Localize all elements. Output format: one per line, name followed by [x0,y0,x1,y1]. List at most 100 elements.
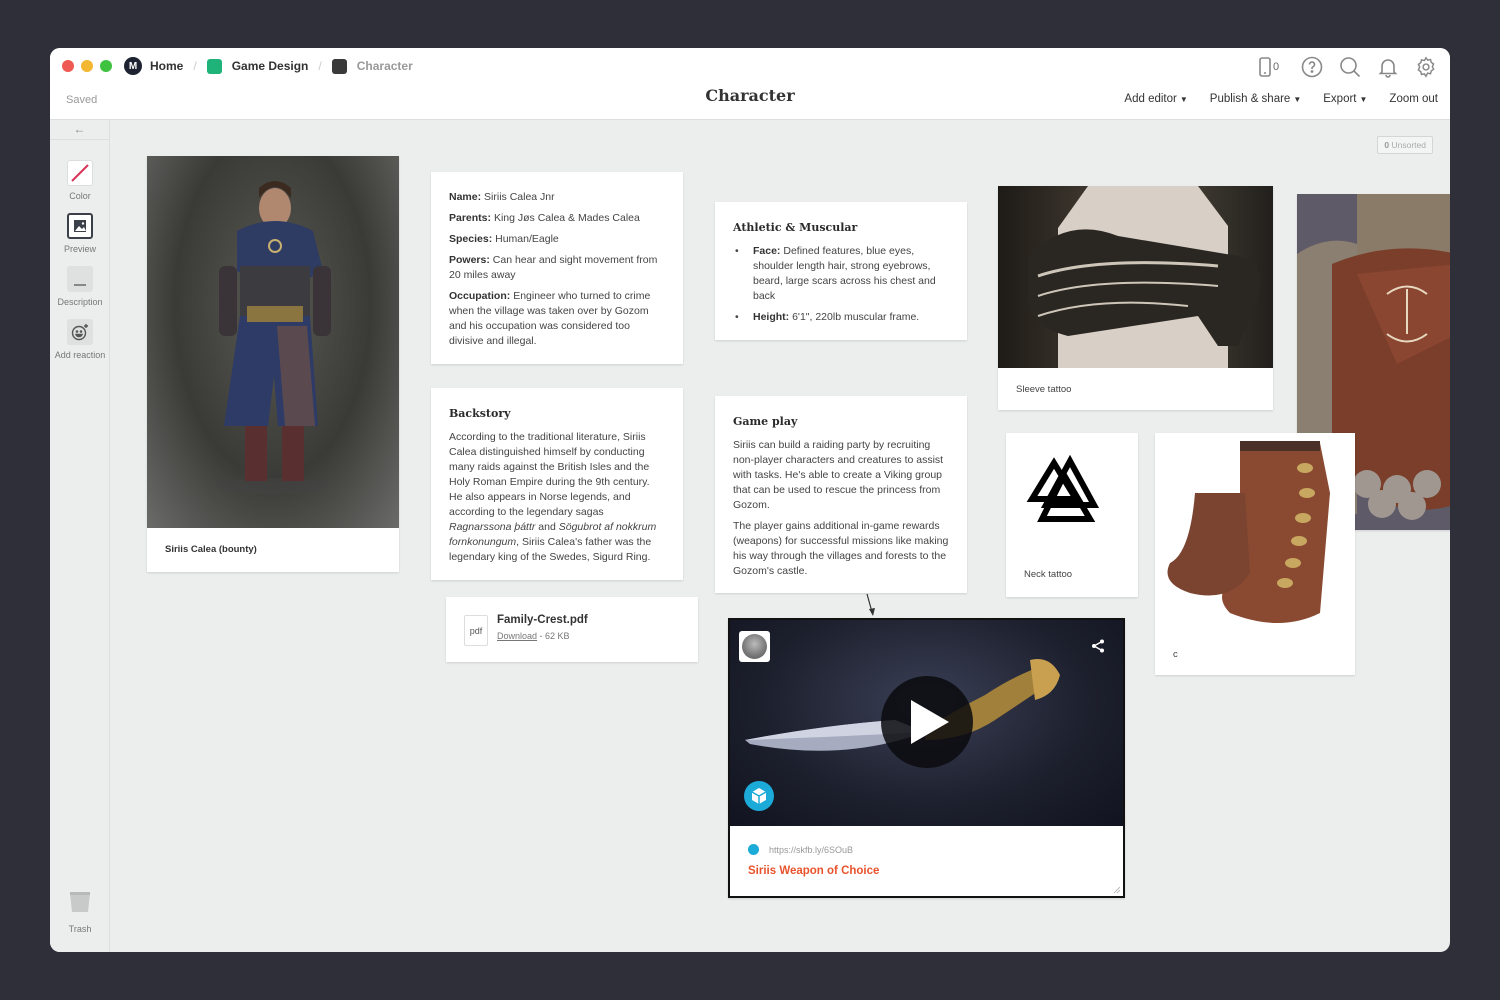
author-avatar[interactable] [739,631,770,662]
trash-label: Trash [68,924,92,934]
preview-image-icon [67,213,93,239]
chevron-down-icon: ▼ [1179,95,1188,104]
chevron-down-icon: ▼ [1359,95,1368,104]
profile-field: Species: Human/Eagle [449,233,559,245]
tool-color[interactable]: Color [50,160,110,201]
close-window-button[interactable] [62,60,74,72]
breadcrumb: M Home / Game Design / Character [124,57,413,75]
gameplay-note-card[interactable]: Game play Siriis can build a raiding par… [715,396,967,593]
breadcrumb-current-label: Character [356,59,413,73]
back-arrow-icon: ← [73,122,86,136]
list-item: Face: Defined features, blue eyes, shoul… [733,244,949,304]
device-count: 0 [1272,61,1280,73]
character-portrait-image [147,156,399,528]
search-icon [1340,57,1361,78]
profile-field: Occupation: Engineer who turned to crime… [449,290,651,347]
notifications-button[interactable] [1376,55,1400,79]
unsorted-count: 0 [1384,140,1390,150]
embed-url[interactable]: https://skfb.ly/6SOuB [769,845,853,855]
boots-caption: c [1173,649,1178,660]
tool-preview[interactable]: Preview [50,213,110,254]
athletic-list: Face: Defined features, blue eyes, shoul… [733,244,949,325]
profile-field: Name: Siriis Calea Jnr [449,191,555,203]
boots-card[interactable]: c [1155,433,1355,675]
tool-label: Add reaction [54,350,106,360]
breadcrumb-board[interactable]: Game Design [206,58,309,74]
connector-arrow[interactable] [863,592,879,618]
breadcrumb-current[interactable]: Character [331,58,413,74]
add-editor-label: Add editor [1124,93,1177,105]
gameplay-title: Game play [733,415,798,428]
athletic-title: Athletic & Muscular [733,221,858,234]
mobile-device-icon [1259,57,1271,77]
trash-button[interactable]: Trash [50,890,110,934]
settings-button[interactable] [1414,55,1438,79]
sleeve-tattoo-caption: Sleeve tattoo [1016,384,1072,395]
tool-label: Description [57,297,103,307]
share-icon[interactable] [1091,639,1105,653]
neck-tattoo-card[interactable]: Neck tattoo [1006,433,1138,597]
backstory-note-card[interactable]: Backstory According to the traditional l… [431,388,683,580]
file-meta: Download - 62 KB [497,631,570,641]
pdf-file-icon: pdf [464,615,488,646]
board-icon [331,58,347,74]
sidebar: ← Color Preview Description Add reaction [50,120,110,952]
file-size: - 62 KB [537,631,570,641]
resize-handle-icon[interactable] [1113,886,1121,894]
embed-card[interactable]: https://skfb.ly/6SOuB Siriis Weapon of C… [728,618,1125,898]
collapse-sidebar-button[interactable]: ← [50,120,109,140]
tool-label: Color [69,191,91,201]
export-label: Export [1323,93,1357,105]
export-button[interactable]: Export ▼ [1323,93,1367,105]
breadcrumb-separator: / [318,59,322,73]
play-icon [911,700,949,744]
bell-icon [1378,59,1398,78]
gameplay-text: Siriis can build a raiding party by recr… [733,439,944,511]
valknut-symbol-icon [1026,454,1100,522]
breadcrumb-home[interactable]: M Home [124,57,183,75]
sleeve-tattoo-card[interactable]: Sleeve tattoo [998,186,1273,410]
download-link[interactable]: Download [497,631,537,641]
embed-preview[interactable] [730,620,1123,826]
app-logo-icon: M [124,57,142,75]
sketchfab-logo-icon [744,781,774,811]
publish-share-label: Publish & share [1209,93,1291,105]
character-image-card[interactable]: Siriis Calea (bounty) [147,156,399,572]
top-bar: M Home / Game Design / Character Saved C… [50,48,1450,120]
embed-title[interactable]: Siriis Weapon of Choice [748,865,879,877]
profile-field: Powers: Can hear and sight movement from… [449,254,658,281]
boots-image [1167,441,1330,623]
maximize-window-button[interactable] [100,60,112,72]
top-icons: 0 [1252,55,1438,79]
profile-field: Parents: King Jøs Calea & Mades Calea [449,212,640,224]
athletic-note-card[interactable]: Athletic & Muscular Face: Defined featur… [715,202,967,340]
embed-source: https://skfb.ly/6SOuB [748,844,853,855]
minimize-window-button[interactable] [81,60,93,72]
backstory-title: Backstory [449,407,511,420]
unsorted-button[interactable]: 0 Unsorted [1377,136,1433,154]
add-editor-button[interactable]: Add editor ▼ [1124,93,1187,105]
breadcrumb-home-label: Home [150,59,184,73]
board-icon [206,58,222,74]
chevron-down-icon: ▼ [1293,95,1302,104]
character-image-caption: Siriis Calea (bounty) [165,544,257,555]
trash-icon [70,892,90,912]
sleeve-tattoo-image [998,186,1273,368]
app-window: M Home / Game Design / Character Saved C… [50,48,1450,952]
zoom-out-button[interactable]: Zoom out [1389,93,1438,105]
file-card[interactable]: pdf Family-Crest.pdf Download - 62 KB [446,597,698,662]
gameplay-text: The player gains additional in-game rewa… [733,520,949,577]
publish-share-button[interactable]: Publish & share ▼ [1210,93,1301,105]
board-canvas[interactable]: 0 Unsorted Siriis Calea (bounty) Name: S… [111,120,1450,952]
search-button[interactable] [1338,55,1362,79]
play-button[interactable] [881,676,973,768]
top-menu: Add editor ▼ Publish & share ▼ Export ▼ Zoo… [1124,93,1438,105]
add-reaction-icon [67,319,93,345]
devices-button[interactable]: 0 [1252,55,1286,79]
breadcrumb-board-label: Game Design [231,59,309,73]
tool-add-reaction[interactable]: Add reaction [50,319,110,360]
tool-description[interactable]: Description [50,266,110,307]
help-button[interactable] [1300,55,1324,79]
profile-note-card[interactable]: Name: Siriis Calea Jnr Parents: King Jøs… [431,172,683,364]
unsorted-label: Unsorted [1391,140,1427,150]
